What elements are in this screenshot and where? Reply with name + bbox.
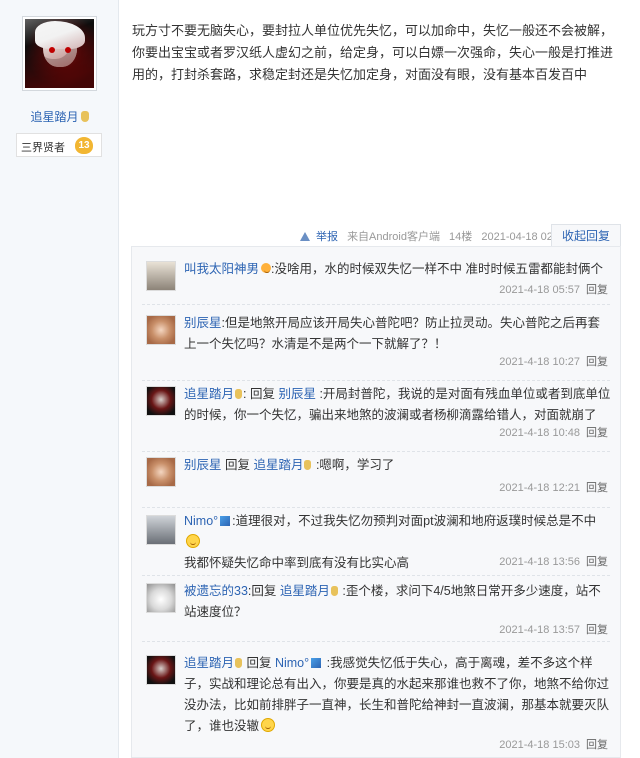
reply-username[interactable]: 追星踏月 [184,656,234,670]
avatar-image [25,19,94,88]
reply-avatar[interactable] [146,583,176,613]
reply-username[interactable]: 追星踏月 [184,387,234,401]
reply-button[interactable]: 回复 [586,482,608,494]
reply-target[interactable]: 追星踏月 [253,458,303,472]
reply-avatar[interactable] [146,457,176,487]
author-avatar[interactable] [22,16,97,91]
list-item: 追星踏月 回复 Nimo° :我感觉失忆低于失心，高于离魂，差不多这个样子，实战… [132,641,622,751]
reply-text: :道理很对，不过我失忆勿预判对面pt波澜和地府返璞时候总是不中 [232,514,597,528]
author-sidebar: 追星踏月 三界贤者 13 [0,0,119,758]
reply-button[interactable]: 回复 [586,284,608,296]
member-badge-icon [311,658,322,668]
report-link[interactable]: 举报 [300,231,338,243]
vip-icon [304,460,312,470]
list-item: 别辰星 回复 追星踏月 :嗯啊，学习了 2021-4-18 12:21 回复 [132,451,622,507]
reply-time: 2021-4-18 13:56 [499,556,580,568]
reply-username[interactable]: 别辰星 [184,316,222,330]
reply-button[interactable]: 回复 [586,556,608,568]
reply-target[interactable]: 别辰星 [278,387,316,401]
post-content: 玩方寸不要无脑失心，要封拉人单位优先失忆，可以加命中，失忆一般还不会被解，你要出… [132,23,614,82]
reply-button[interactable]: 回复 [586,427,608,439]
level-title: 三界贤者 [21,142,65,154]
reply-avatar[interactable] [146,261,176,291]
vip-icon [330,586,338,596]
vip-icon [235,389,243,399]
list-item: 被遗忘的33:回复 追星踏月 :歪个楼，求问下4/5地煞日常开多少速度，站不站速… [132,575,622,641]
smile-emoji-icon [261,718,276,732]
reply-text: :没啥用，水的时候双失忆一样不中 准时时候五雷都能封俩个 [271,262,603,276]
reply-username[interactable]: 被遗忘的33 [184,584,248,598]
reply-username[interactable]: 别辰星 [184,458,222,472]
reply-username[interactable]: 叫我太阳神男 [184,262,259,276]
warning-icon [300,232,310,241]
author-username-link[interactable]: 追星踏月 [30,110,78,124]
reply-time: 2021-4-18 13:57 [499,624,580,636]
level-number-icon: 13 [75,137,93,154]
list-item: 追星踏月: 回复 别辰星 :开局封普陀，我说的是对面有残血单位或者到底单位的时候… [132,380,622,451]
reply-avatar[interactable] [146,515,176,545]
post-source: 来自Android客户端 [347,231,440,243]
reply-text-line2: 我都怀疑失忆命中率到底有没有比实心高 [184,556,410,570]
reply-target[interactable]: Nimo° [275,656,309,670]
vip-icon [80,111,89,122]
list-item: Nimo° :道理很对，不过我失忆勿预判对面pt波澜和地府返璞时候总是不中我都怀疑… [132,507,622,575]
reply-time: 2021-4-18 12:21 [499,482,580,494]
post-floor: 14楼 [449,231,473,243]
member-badge-icon [220,516,231,526]
vip-icon [235,658,243,668]
list-item: 别辰星:但是地煞开局应该开局失心普陀吧？防止拉灵动。失心普陀之后再套上一个失忆吗… [132,305,622,380]
post-meta: 举报 来自Android客户端 14楼 2021-04-18 02:34 [300,228,574,244]
author-username[interactable]: 追星踏月 [0,108,119,125]
reply-username[interactable]: Nimo° [184,514,218,528]
reply-button[interactable]: 回复 [586,356,608,368]
reply-avatar[interactable] [146,386,176,416]
reply-time: 2021-4-18 15:03 [499,739,580,751]
reply-time: 2021-4-18 10:48 [499,427,580,439]
level-badge[interactable]: 三界贤者 13 [16,133,102,157]
reply-avatar[interactable] [146,315,176,345]
reply-button[interactable]: 回复 [586,624,608,636]
reply-time: 2021-4-18 10:27 [499,356,580,368]
reply-button[interactable]: 回复 [586,739,608,751]
reply-text: :但是地煞开局应该开局失心普陀吧？防止拉灵动。失心普陀之后再套上一个失忆吗？水清… [184,316,600,351]
reply-text: :嗯啊，学习了 [312,458,395,472]
badge-icon [261,263,272,273]
reply-time: 2021-4-18 05:57 [499,284,580,296]
reply-avatar[interactable] [146,655,176,685]
reply-target[interactable]: 追星踏月 [280,584,330,598]
smile-emoji-icon [186,534,200,548]
list-item: 叫我太阳神男 :没啥用，水的时候双失忆一样不中 准时时候五雷都能封俩个 2021-… [132,247,622,305]
reply-list: 叫我太阳神男 :没啥用，水的时候双失忆一样不中 准时时候五雷都能封俩个 2021-… [131,246,621,758]
collapse-replies-button[interactable]: 收起回复 [551,224,621,246]
